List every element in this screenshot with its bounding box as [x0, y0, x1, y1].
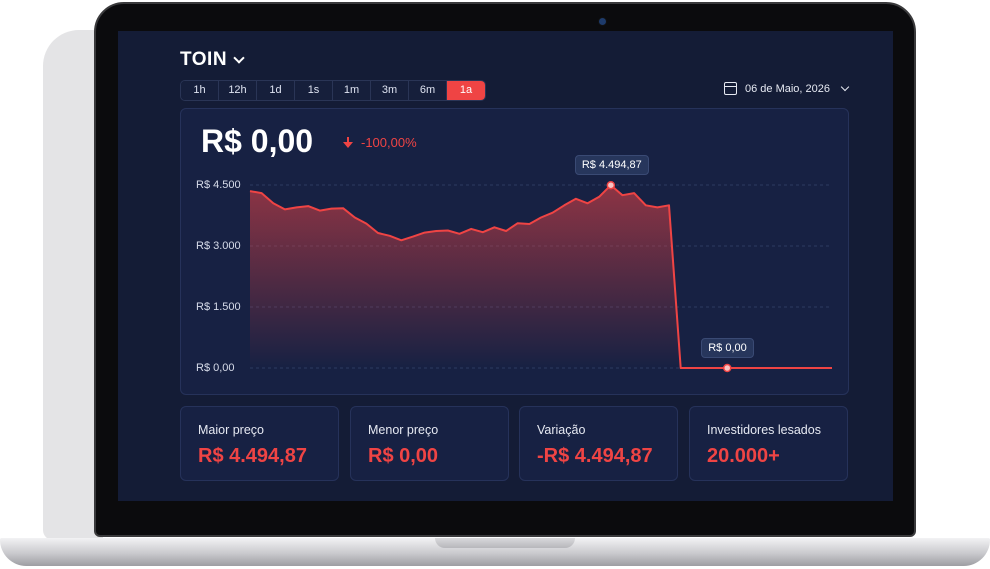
max-price-marker[interactable]: [606, 180, 616, 190]
max-price-tooltip: R$ 4.494,87: [574, 155, 649, 176]
stat-card-min-price: Menor preço R$ 0,00: [350, 406, 509, 481]
app-screen: TOIN 1h 12h 1d 1s 1m 3m 6m 1a 06 de Maio…: [118, 31, 893, 501]
stat-card-investors: Investidores lesados 20.000+: [689, 406, 848, 481]
stat-label: Investidores lesados: [707, 423, 821, 437]
stat-value: R$ 0,00: [368, 445, 439, 467]
stat-label: Menor preço: [368, 423, 439, 437]
min-price-tooltip: R$ 0,00: [701, 338, 754, 358]
stat-label: Variação: [537, 423, 586, 437]
stat-card-max-price: Maior preço R$ 4.494,87: [180, 406, 339, 481]
laptop-notch: [435, 538, 575, 548]
laptop-mockup: TOIN 1h 12h 1d 1s 1m 3m 6m 1a 06 de Maio…: [0, 0, 990, 569]
stat-card-variation: Variação -R$ 4.494,87: [519, 406, 678, 481]
stat-value: 20.000+: [707, 445, 780, 467]
camera-icon: [599, 18, 606, 25]
stat-value: R$ 4.494,87: [198, 445, 307, 467]
stat-label: Maior preço: [198, 423, 264, 437]
stat-value: -R$ 4.494,87: [537, 445, 653, 467]
min-price-marker[interactable]: [722, 363, 732, 373]
